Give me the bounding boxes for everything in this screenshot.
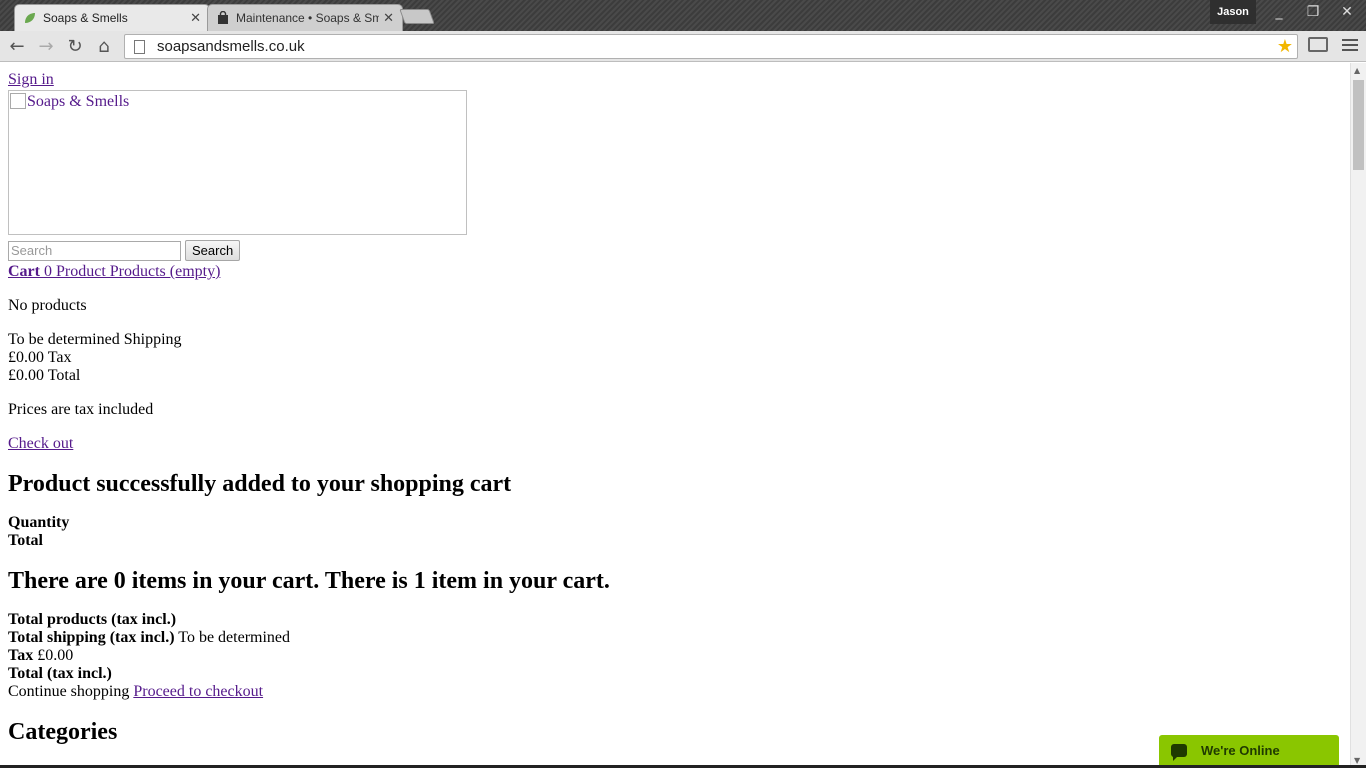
cart-count: 0 Product Products (empty) bbox=[43, 263, 221, 280]
added-heading: Product successfully added to your shopp… bbox=[8, 471, 512, 497]
quantity-label: Quantity bbox=[8, 514, 70, 531]
search-form: Search bbox=[8, 240, 1342, 261]
cast-icon[interactable] bbox=[1308, 37, 1328, 52]
close-icon[interactable]: ✕ bbox=[190, 10, 201, 26]
page-scrollbar[interactable]: ▲ ▼ bbox=[1350, 63, 1366, 768]
shopping-bag-icon bbox=[218, 11, 228, 24]
browser-titlebar: Soaps & Smells ✕ Maintenance • Soaps & S… bbox=[0, 0, 1366, 31]
minimize-icon[interactable]: _ bbox=[1266, 4, 1292, 20]
tax-value: £0.00 bbox=[37, 647, 74, 664]
live-chat-widget[interactable]: We're Online bbox=[1159, 735, 1339, 765]
leaf-icon bbox=[25, 13, 35, 23]
home-icon[interactable]: ⌂ bbox=[92, 35, 116, 57]
address-bar[interactable]: soapsandsmells.co.uk ★ bbox=[124, 34, 1298, 59]
window-close-icon[interactable]: ✕ bbox=[1334, 4, 1360, 20]
continue-shopping-button[interactable]: Continue shopping bbox=[8, 683, 129, 700]
total-label: Total bbox=[8, 532, 43, 549]
tab-maintenance[interactable]: Maintenance • Soaps & Sm ✕ bbox=[207, 4, 403, 31]
check-out-link[interactable]: Check out bbox=[8, 435, 73, 452]
total-shipping-value: To be determined bbox=[178, 629, 291, 646]
forward-icon[interactable]: → bbox=[34, 35, 58, 57]
sign-in-link[interactable]: Sign in bbox=[8, 71, 54, 88]
scroll-up-icon[interactable]: ▲ bbox=[1354, 66, 1360, 75]
scroll-down-icon[interactable]: ▼ bbox=[1354, 756, 1360, 765]
close-icon[interactable]: ✕ bbox=[383, 10, 394, 26]
cart-label: Cart bbox=[8, 263, 40, 280]
menu-icon[interactable] bbox=[1342, 37, 1358, 53]
page-content: Sign in Soaps & Smells Search Cart 0 Pro… bbox=[0, 63, 1350, 768]
logo-alt-text: Soaps & Smells bbox=[27, 93, 130, 110]
page-icon bbox=[134, 39, 145, 54]
summary-tax: £0.00 Tax bbox=[8, 349, 72, 366]
no-products-text: No products bbox=[8, 297, 87, 314]
scrollbar-thumb[interactable] bbox=[1353, 80, 1364, 170]
cart-totals: Total products (tax incl.) Total shippin… bbox=[8, 611, 1342, 701]
profile-name[interactable]: Jason bbox=[1210, 0, 1256, 24]
search-input[interactable] bbox=[8, 240, 181, 261]
total-tax-incl-label: Total (tax incl.) bbox=[8, 665, 112, 682]
tax-label: Tax bbox=[8, 647, 34, 664]
summary-shipping: To be determined Shipping bbox=[8, 331, 182, 348]
summary-total: £0.00 Total bbox=[8, 367, 81, 384]
cart-link[interactable]: Cart 0 Product Products (empty) bbox=[8, 263, 220, 280]
new-tab-button[interactable] bbox=[399, 9, 435, 24]
reload-icon[interactable]: ↻ bbox=[63, 35, 87, 57]
items-heading: There are 0 items in your cart. There is… bbox=[8, 568, 610, 594]
categories-heading: Categories bbox=[8, 719, 118, 745]
broken-image-icon bbox=[10, 93, 26, 109]
chat-label: We're Online bbox=[1201, 742, 1280, 758]
tab-soaps-and-smells[interactable]: Soaps & Smells ✕ bbox=[14, 4, 210, 31]
search-button[interactable]: Search bbox=[185, 240, 241, 261]
prices-note: Prices are tax included bbox=[8, 401, 154, 418]
proceed-to-checkout-link[interactable]: Proceed to checkout bbox=[133, 683, 263, 700]
tab-title: Maintenance • Soaps & Sm bbox=[236, 11, 380, 25]
back-icon[interactable]: ← bbox=[5, 35, 29, 57]
url-text[interactable]: soapsandsmells.co.uk bbox=[157, 38, 1277, 55]
total-products-label: Total products (tax incl.) bbox=[8, 611, 177, 628]
chat-bubble-icon bbox=[1171, 743, 1187, 761]
star-icon[interactable]: ★ bbox=[1277, 36, 1293, 57]
total-shipping-label: Total shipping (tax incl.) bbox=[8, 629, 175, 646]
tab-title: Soaps & Smells bbox=[43, 11, 128, 25]
logo-image[interactable]: Soaps & Smells bbox=[8, 90, 467, 235]
cart-summary: To be determined Shipping £0.00 Tax £0.0… bbox=[8, 331, 1342, 385]
browser-toolbar: ← → ↻ ⌂ soapsandsmells.co.uk ★ bbox=[0, 31, 1366, 62]
maximize-icon[interactable]: ❐ bbox=[1300, 4, 1326, 20]
